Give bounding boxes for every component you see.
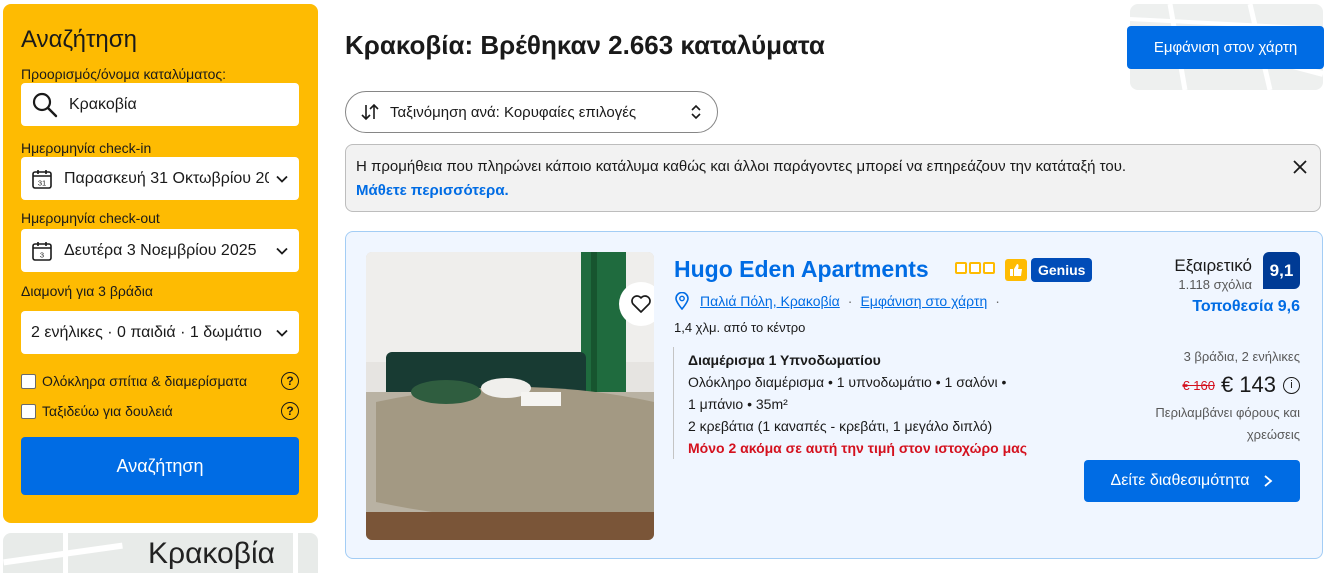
sort-icon bbox=[361, 103, 379, 121]
search-panel: Αναζήτηση Προορισμός/όνομα καταλύματος: … bbox=[3, 4, 318, 523]
unit-beds: 2 κρεβάτια (1 καναπές - κρεβάτι, 1 μεγάλ… bbox=[688, 418, 993, 434]
chevron-down-icon bbox=[276, 329, 288, 337]
location-score: Τοποθεσία 9,6 bbox=[1192, 298, 1300, 315]
property-name-link[interactable]: Hugo Eden Apartments bbox=[674, 256, 929, 283]
review-score-badge[interactable]: 9,1 bbox=[1263, 252, 1300, 289]
help-icon[interactable]: ? bbox=[281, 402, 299, 420]
svg-text:3: 3 bbox=[40, 250, 44, 259]
destination-input[interactable]: Κρακοβία bbox=[21, 83, 299, 126]
heart-icon bbox=[631, 295, 651, 313]
destination-value: Κρακοβία bbox=[69, 95, 137, 113]
entire-homes-label: Ολόκληρα σπίτια & διαμερίσματα bbox=[42, 373, 248, 389]
unit-name: Διαμέρισμα 1 Υπνοδωματίου bbox=[688, 352, 881, 368]
original-price: € 160 bbox=[1182, 377, 1215, 393]
location-row: Παλιά Πόλη, Κρακοβία · Εμφάνιση στο χάρτ… bbox=[674, 292, 1008, 310]
review-word[interactable]: Εξαιρετικό bbox=[1174, 256, 1252, 276]
search-panel-title: Αναζήτηση bbox=[21, 26, 137, 53]
destination-label: Προορισμός/όνομα καταλύματος: bbox=[21, 66, 227, 82]
star-rating bbox=[955, 262, 995, 274]
search-button[interactable]: Αναζήτηση bbox=[21, 437, 299, 495]
guests-value: 2 ενήλικες · 0 παιδιά · 1 δωμάτιο bbox=[31, 323, 262, 341]
guests-field[interactable]: 2 ενήλικες · 0 παιδιά · 1 δωμάτιο bbox=[21, 311, 299, 354]
work-travel-label: Ταξιδεύω για δουλειά bbox=[42, 403, 173, 419]
bedroom-photo-graphic bbox=[366, 252, 654, 540]
district-link[interactable]: Παλιά Πόλη, Κρακοβία bbox=[700, 293, 840, 309]
price-row: € 160 € 143 i bbox=[1182, 372, 1300, 398]
separator-dot: · bbox=[847, 293, 853, 309]
ranking-notice: Η προμήθεια που πληρώνει κάποιο κατάλυμα… bbox=[345, 144, 1321, 212]
genius-badge[interactable]: Genius bbox=[1031, 258, 1093, 282]
property-photo[interactable] bbox=[366, 252, 654, 540]
review-count[interactable]: 1.118 σχόλια bbox=[1178, 277, 1252, 292]
unit-description-line-2: 1 μπάνιο • 35m² bbox=[688, 396, 788, 412]
filter-work-travel[interactable]: Ταξιδεύω για δουλειά ? bbox=[21, 402, 299, 420]
checkout-label: Ημερομηνία check-out bbox=[21, 210, 160, 226]
taxes-note: Περιλαμβάνει φόρους και χρεώσεις bbox=[1155, 405, 1300, 442]
page-title: Κρακοβία: Βρέθηκαν 2.663 καταλύματα bbox=[345, 30, 825, 60]
checkout-field[interactable]: 3 Δευτέρα 3 Νοεμβρίου 2025 bbox=[21, 229, 299, 272]
unit-details: Διαμέρισμα 1 Υπνοδωματίου Ολόκληρο διαμέ… bbox=[673, 347, 1043, 459]
svg-text:31: 31 bbox=[38, 178, 46, 187]
property-card: Hugo Eden Apartments Genius Παλιά Πόλη, … bbox=[345, 231, 1323, 559]
separator-dot: · bbox=[995, 293, 1000, 309]
filter-entire-homes[interactable]: Ολόκληρα σπίτια & διαμερίσματα ? bbox=[21, 372, 299, 390]
sort-label: Ταξινόμηση ανά: Κορυφαίες επιλογές bbox=[390, 103, 637, 121]
distance-from-center: 1,4 χλμ. από το κέντρο bbox=[674, 320, 806, 335]
info-icon[interactable]: i bbox=[1283, 376, 1300, 394]
show-on-map-link[interactable]: Εμφάνιση στο χάρτη bbox=[860, 293, 987, 309]
location-pin-icon bbox=[675, 292, 689, 310]
notice-text: Η προμήθεια που πληρώνει κάποιο κατάλυμα… bbox=[356, 158, 1127, 175]
search-icon bbox=[32, 92, 58, 117]
show-on-map-button[interactable]: Εμφάνιση στον χάρτη bbox=[1127, 26, 1324, 69]
star-icon bbox=[983, 262, 995, 274]
chevron-right-icon bbox=[1264, 475, 1273, 487]
sort-dropdown[interactable]: Ταξινόμηση ανά: Κορυφαίες επιλογές bbox=[345, 91, 718, 133]
unit-description-line-1: Ολόκληρο διαμέρισμα • 1 υπνοδωμάτιο • 1 … bbox=[688, 374, 1007, 390]
close-icon[interactable] bbox=[1292, 159, 1308, 175]
scarcity-message: Μόνο 2 ακόμα σε αυτή την τιμή στον ιστοχ… bbox=[688, 440, 1028, 456]
work-travel-checkbox[interactable] bbox=[21, 403, 36, 419]
map-thumbnail[interactable]: Κρακοβία bbox=[3, 533, 318, 573]
help-icon[interactable]: ? bbox=[281, 372, 299, 390]
chevron-down-icon bbox=[276, 247, 288, 255]
stay-length-label: Διαμονή για 3 βράδια bbox=[21, 283, 153, 299]
entire-homes-checkbox[interactable] bbox=[21, 373, 36, 389]
checkin-value: Παρασκευή 31 Οκτωβρίου 2025 bbox=[64, 169, 269, 187]
calendar-icon: 3 bbox=[32, 241, 52, 261]
calendar-icon: 31 bbox=[32, 169, 52, 189]
current-price: € 143 bbox=[1220, 372, 1276, 397]
map-city-label: Κρακοβία bbox=[148, 537, 276, 570]
checkout-value: Δευτέρα 3 Νοεμβρίου 2025 bbox=[64, 241, 257, 259]
star-icon bbox=[955, 262, 967, 274]
star-icon bbox=[969, 262, 981, 274]
see-availability-button[interactable]: Δείτε διαθεσιμότητα bbox=[1084, 460, 1300, 502]
checkin-label: Ημερομηνία check-in bbox=[21, 140, 152, 156]
chevron-down-icon bbox=[276, 175, 288, 183]
stay-info: 3 βράδια, 2 ενήλικες bbox=[1183, 349, 1300, 364]
thumbs-up-icon bbox=[1005, 259, 1027, 281]
chevron-updown-icon bbox=[691, 104, 701, 120]
learn-more-link[interactable]: Μάθετε περισσότερα. bbox=[356, 179, 1310, 203]
checkin-field[interactable]: 31 Παρασκευή 31 Οκτωβρίου 2025 bbox=[21, 157, 299, 200]
see-availability-label: Δείτε διαθεσιμότητα bbox=[1110, 472, 1250, 489]
